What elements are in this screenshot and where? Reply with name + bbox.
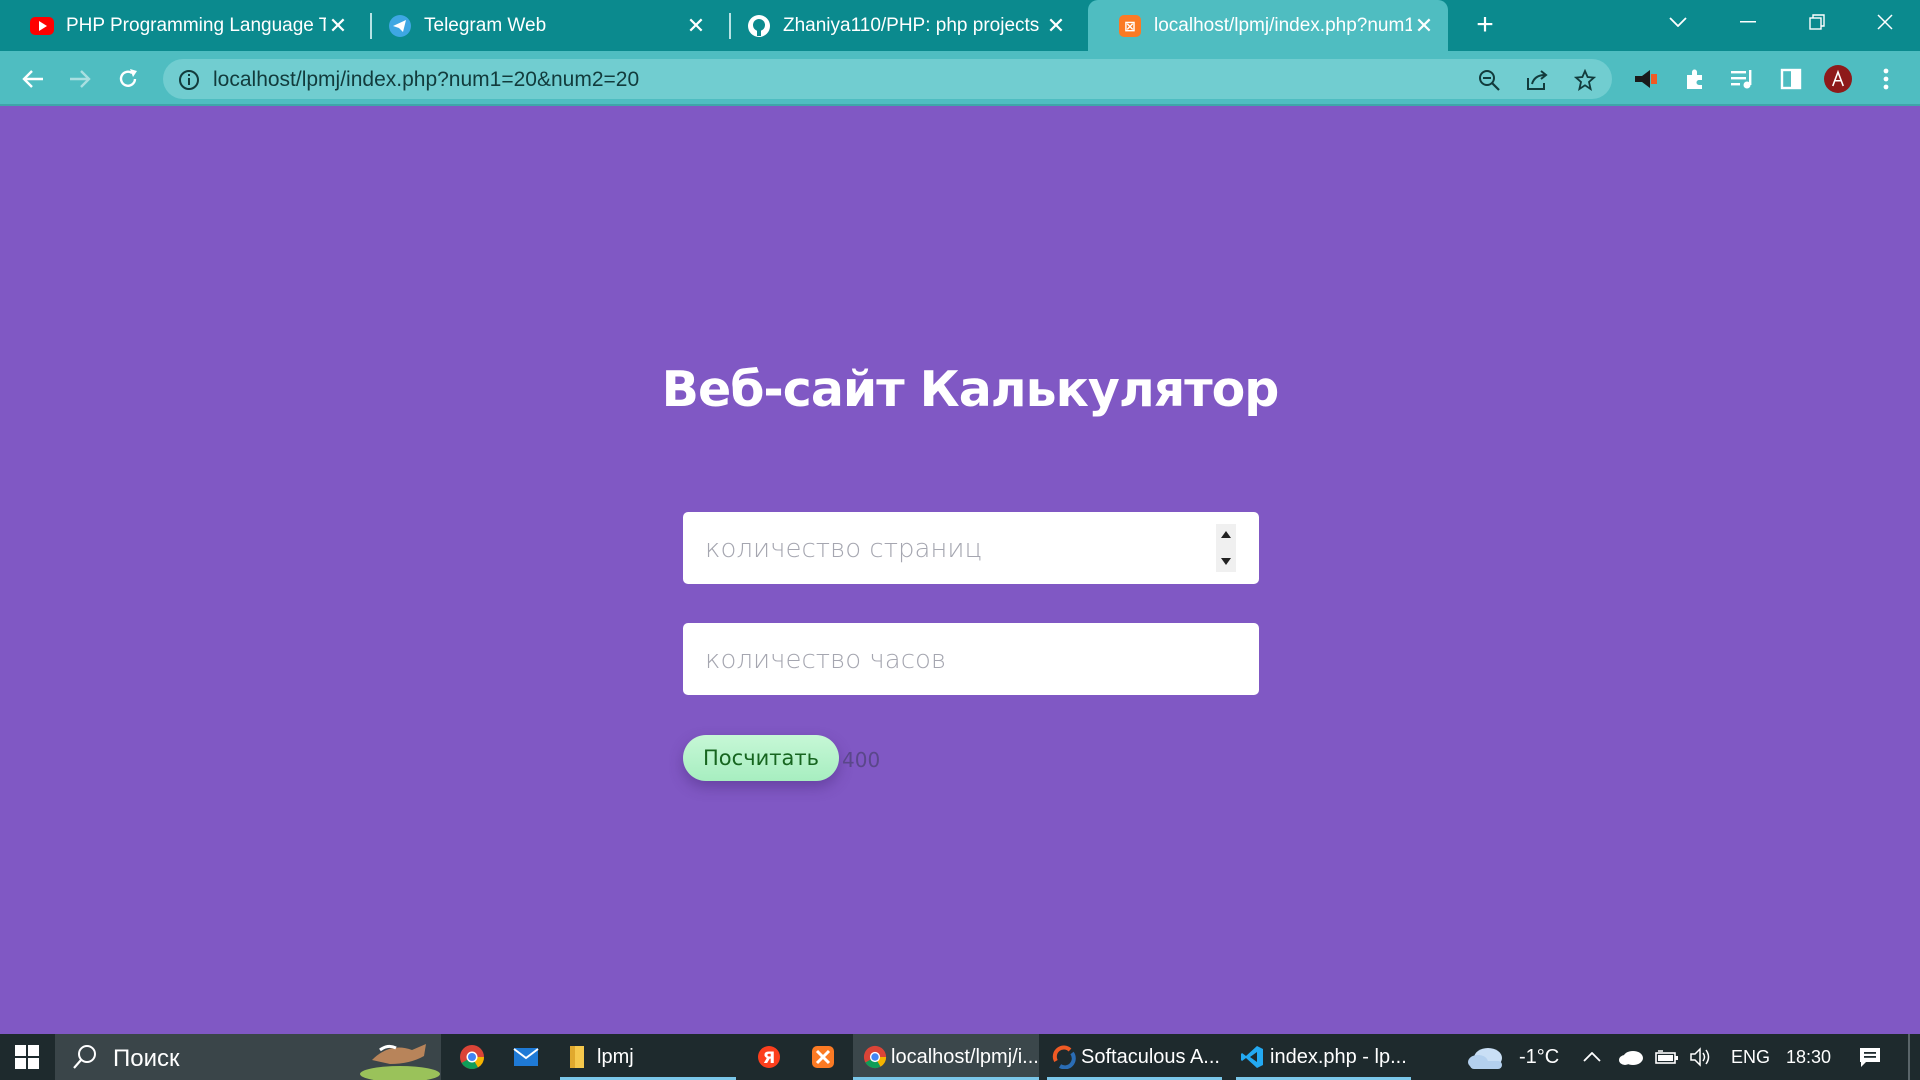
minimize-button[interactable] [1713, 0, 1783, 44]
zoom-icon[interactable] [1477, 68, 1501, 92]
cloud-icon [1468, 1048, 1502, 1069]
reload-button[interactable] [110, 61, 146, 97]
windows-start-icon[interactable] [0, 1034, 54, 1080]
page-title: Веб-сайт Калькулятор [661, 361, 1280, 418]
telegram-icon [388, 14, 412, 38]
pages-count-placeholder: количество страниц [705, 534, 983, 564]
tab-github[interactable]: Zhaniya110/PHP: php projects ✕ [717, 0, 1080, 51]
xampp-icon [812, 1046, 834, 1068]
spin-up-icon[interactable] [1221, 531, 1231, 538]
chrome-icon [460, 1045, 484, 1070]
tab-strip: PHP Programming Language Tut ✕ Telegram … [0, 0, 1920, 51]
show-hidden-icons-chevron-icon[interactable] [1583, 1034, 1601, 1080]
back-button[interactable] [15, 61, 51, 97]
share-icon[interactable] [1525, 68, 1549, 92]
taskbar-item-lpmj[interactable]: lpmj [560, 1034, 736, 1080]
taskbar-item-chrome-localhost[interactable]: localhost/lpmj/i... [853, 1034, 1039, 1080]
hours-count-placeholder: количество часов [705, 645, 947, 675]
tab-title: localhost/lpmj/index.php?num1= [1154, 14, 1412, 36]
tab-telegram[interactable]: Telegram Web ✕ [358, 0, 720, 51]
address-bar[interactable]: localhost/lpmj/index.php?num1=20&num2=20 [163, 59, 1612, 99]
vscode-icon [1241, 1046, 1263, 1068]
close-icon[interactable]: ✕ [326, 13, 350, 39]
close-icon[interactable]: ✕ [1412, 13, 1436, 39]
hours-count-input[interactable]: количество часов [683, 623, 1259, 695]
chrome-icon [863, 1045, 887, 1069]
tab-php-tutorial[interactable]: PHP Programming Language Tut ✕ [0, 0, 362, 51]
youtube-icon [30, 14, 54, 38]
search-highlight-illustration [360, 1044, 440, 1080]
close-window-button[interactable] [1850, 0, 1920, 44]
svg-text:⊠: ⊠ [1124, 19, 1136, 35]
folder-icon [570, 1046, 584, 1068]
pages-count-input[interactable]: количество страниц [683, 512, 1259, 584]
search-label: Поиск [113, 1045, 180, 1072]
weather-temperature: -1°C [1519, 1045, 1560, 1068]
url-text[interactable]: localhost/lpmj/index.php?num1=20&num2=20 [213, 68, 639, 92]
menu-kebab-icon[interactable] [1872, 65, 1900, 93]
tab-localhost[interactable]: ⊠ localhost/lpmj/index.php?num1= ✕ [1088, 0, 1448, 51]
mail-taskbar-icon[interactable] [508, 1034, 544, 1080]
weather-widget[interactable]: -1°C [1466, 1034, 1559, 1080]
close-icon[interactable]: ✕ [1044, 13, 1068, 39]
taskbar-item-label: lpmj [597, 1045, 634, 1068]
number-spinner[interactable] [1216, 524, 1236, 572]
github-icon [747, 14, 771, 38]
tab-title: Telegram Web [424, 14, 547, 36]
language-indicator[interactable]: ENG [1731, 1034, 1770, 1080]
notification-center-icon[interactable] [1858, 1034, 1882, 1080]
taskbar-item-softaculous[interactable]: Softaculous A... [1047, 1034, 1222, 1080]
svg-text:Я: Я [763, 1048, 775, 1067]
browser-toolbar: localhost/lpmj/index.php?num1=20&num2=20 [0, 51, 1920, 106]
profile-avatar[interactable] [1824, 65, 1852, 93]
taskbar-item-vscode[interactable]: index.php - lp... [1236, 1034, 1411, 1080]
spin-down-icon[interactable] [1221, 558, 1231, 565]
mail-icon [513, 1048, 539, 1066]
media-extension-icon[interactable] [1632, 65, 1660, 93]
xampp-taskbar-icon[interactable] [805, 1034, 841, 1080]
new-tab-button[interactable]: + [1467, 8, 1503, 44]
tab-search-chevron-icon[interactable] [1643, 0, 1713, 44]
volume-icon[interactable] [1689, 1034, 1713, 1080]
yandex-taskbar-icon[interactable]: Я [751, 1034, 787, 1080]
taskbar-search-box[interactable]: Поиск [55, 1034, 441, 1080]
tab-title: Zhaniya110/PHP: php projects [783, 14, 1040, 36]
media-playlist-icon[interactable] [1729, 65, 1757, 93]
yandex-icon: Я [758, 1046, 780, 1068]
taskbar-item-label: index.php - lp... [1270, 1045, 1407, 1068]
calculate-button[interactable]: Посчитать [683, 735, 839, 781]
xampp-icon: ⊠ [1118, 14, 1142, 38]
clock[interactable]: 18:30 [1786, 1034, 1831, 1080]
calculation-result: 400 [842, 748, 881, 772]
battery-icon[interactable] [1655, 1034, 1679, 1080]
close-icon[interactable]: ✕ [684, 13, 708, 39]
restore-button[interactable] [1782, 0, 1852, 44]
taskbar-item-label: Softaculous A... [1081, 1045, 1220, 1068]
search-icon [73, 1045, 96, 1069]
side-panel-icon[interactable] [1777, 65, 1805, 93]
bookmark-star-icon[interactable] [1573, 68, 1597, 92]
onedrive-icon[interactable] [1618, 1034, 1644, 1080]
softaculous-icon [1052, 1045, 1076, 1069]
show-desktop-button[interactable] [1908, 1034, 1910, 1080]
forward-button[interactable] [62, 61, 98, 97]
site-info-icon[interactable] [177, 68, 201, 92]
windows-taskbar: Поиск lpmj Я localhost/lpmj/i... Softacu… [0, 1034, 1920, 1080]
chrome-taskbar-icon[interactable] [454, 1034, 490, 1080]
taskbar-item-label: localhost/lpmj/i... [891, 1045, 1039, 1068]
extensions-icon[interactable] [1681, 65, 1709, 93]
tab-title: PHP Programming Language Tut [66, 14, 326, 36]
